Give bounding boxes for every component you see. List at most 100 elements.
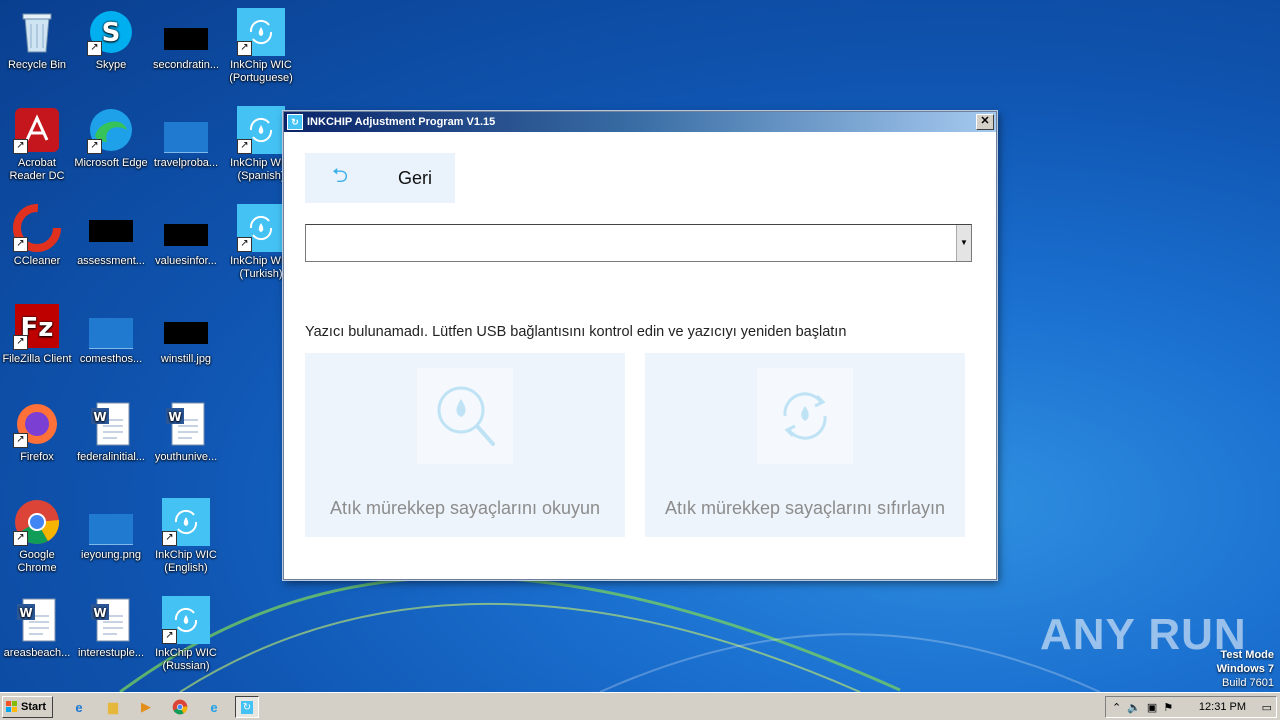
word-document-icon: W	[162, 400, 210, 448]
desktop-icon-areasbeach[interactable]: W areasbeach...	[0, 596, 74, 660]
taskbar-ie-icon[interactable]: e	[67, 696, 91, 718]
svg-text:W: W	[19, 606, 32, 620]
action-center-flag-icon[interactable]: ⚑	[1163, 701, 1173, 714]
desktop-icon-secondratin[interactable]: secondratin...	[149, 8, 223, 72]
file-thumbnail-icon	[87, 204, 135, 252]
desktop-icon-inkchip-english[interactable]: ↗ InkChip WIC (English)	[149, 498, 223, 575]
desktop-icon-label: Google Chrome	[17, 549, 57, 574]
reset-counters-card[interactable]: Atık mürekkep sayaçlarını sıfırlayın	[645, 353, 965, 537]
desktop-icon-label: secondratin...	[152, 59, 220, 71]
back-button[interactable]: ⮌ Geri	[305, 153, 455, 203]
filezilla-icon: Fz ↗	[13, 302, 61, 350]
desktop-icon-inkchip-portuguese[interactable]: ↗ InkChip WIC (Portuguese)	[224, 8, 298, 85]
desktop-icon-label: travelproba...	[153, 157, 219, 169]
taskbar-media-player-icon[interactable]: ▶	[134, 696, 158, 718]
word-document-icon: W	[87, 400, 135, 448]
volume-icon[interactable]: 🔈	[1127, 701, 1141, 714]
desktop-icon-label: Firefox	[20, 451, 54, 463]
shortcut-arrow-icon: ↗	[237, 41, 252, 56]
status-message: Yazıcı bulunamadı. Lütfen USB bağlantısı…	[305, 324, 847, 340]
taskbar-inkchip-icon[interactable]: ↻	[235, 696, 259, 718]
word-document-icon: W	[13, 596, 61, 644]
desktop-icon-assessment[interactable]: assessment...	[74, 204, 148, 268]
desktop-icon-winstill[interactable]: winstill.jpg	[149, 302, 223, 366]
desktop-icon-label: federalinitial...	[77, 451, 145, 463]
test-mode-label: Test Mode	[1220, 649, 1274, 661]
desktop-icon-label: Recycle Bin	[7, 59, 67, 71]
shortcut-arrow-icon: ↗	[87, 139, 102, 154]
desktop-icon-youthunive[interactable]: W youthunive...	[149, 400, 223, 464]
back-arrow-icon: ⮌	[331, 165, 349, 187]
desktop-icon-federalinitial[interactable]: W federalinitial...	[74, 400, 148, 464]
desktop-icon-acrobat[interactable]: ↗ Acrobat Reader DC	[0, 106, 74, 183]
show-hidden-icons-icon[interactable]: ⌃	[1112, 701, 1121, 714]
show-desktop-icon[interactable]: ▭	[1262, 701, 1272, 714]
desktop-icon-inkchip-russian[interactable]: ↗ InkChip WIC (Russian)	[149, 596, 223, 673]
file-thumbnail-icon	[162, 106, 210, 154]
desktop-icon-label: FileZilla Client	[2, 353, 72, 365]
reset-counters-label: Atık mürekkep sayaçlarını sıfırlayın	[664, 498, 946, 518]
clock[interactable]: 12:31 PM	[1199, 701, 1246, 713]
file-thumbnail-icon	[162, 8, 210, 56]
desktop-icon-label: youthunive...	[154, 451, 218, 463]
network-icon[interactable]: ▣	[1147, 701, 1157, 714]
desktop-icon-ccleaner[interactable]: ↗ CCleaner	[0, 204, 74, 268]
desktop-icon-comesthos[interactable]: comesthos...	[74, 302, 148, 366]
inkchip-icon: ↗	[237, 106, 285, 154]
desktop-icon-interestuple[interactable]: W interestuple...	[74, 596, 148, 660]
inkchip-icon: ↗	[162, 596, 210, 644]
shortcut-arrow-icon: ↗	[162, 531, 177, 546]
svg-text:W: W	[93, 410, 106, 424]
desktop-icon-label: interestuple...	[77, 647, 145, 659]
file-thumbnail-icon	[162, 204, 210, 252]
magnifier-drop-icon	[417, 368, 513, 464]
desktop-icon-label: InkChip WIC (Portuguese)	[229, 59, 293, 84]
desktop-icon-label: Skype	[95, 59, 127, 71]
desktop-icon-valuesinfor[interactable]: valuesinfor...	[149, 204, 223, 268]
edge-icon: ↗	[87, 106, 135, 154]
svg-text:W: W	[168, 410, 181, 424]
system-tray: ⌃ 🔈 ▣ ⚑ 12:31 PM ▭	[1105, 696, 1277, 718]
word-document-icon: W	[87, 596, 135, 644]
desktop-icon-travelproba[interactable]: travelproba...	[149, 106, 223, 170]
close-button[interactable]: ✕	[976, 114, 994, 130]
desktop-icon-chrome[interactable]: ↗ Google Chrome	[0, 498, 74, 575]
dropdown-arrow-icon[interactable]: ▼	[956, 225, 971, 261]
read-counters-card[interactable]: Atık mürekkep sayaçlarını okuyun	[305, 353, 625, 537]
desktop-icon-label: CCleaner	[13, 255, 61, 267]
desktop-icon-label: Acrobat Reader DC	[9, 157, 65, 182]
recycle-bin-icon	[13, 8, 61, 56]
read-counters-label: Atık mürekkep sayaçlarını okuyun	[329, 498, 601, 518]
desktop-icon-label: areasbeach...	[3, 647, 71, 659]
shortcut-arrow-icon: ↗	[13, 531, 28, 546]
file-thumbnail-icon	[162, 302, 210, 350]
desktop-icon-skype[interactable]: S ↗ Skype	[74, 8, 148, 72]
taskbar-explorer-icon[interactable]: ▆	[101, 696, 125, 718]
taskbar-edge-icon[interactable]: e	[202, 696, 226, 718]
os-label: Windows 7	[1216, 663, 1274, 675]
desktop-icon-ieyoung[interactable]: ieyoung.png	[74, 498, 148, 562]
desktop-icon-label: InkChip WIC (Russian)	[155, 647, 217, 672]
desktop-icon-label: Microsoft Edge	[74, 157, 148, 169]
desktop-icon-firefox[interactable]: ↗ Firefox	[0, 400, 74, 464]
desktop-icon-label: winstill.jpg	[160, 353, 212, 365]
shortcut-arrow-icon: ↗	[13, 237, 28, 252]
desktop-icon-recycle-bin[interactable]: Recycle Bin	[0, 8, 74, 72]
inkchip-icon: ↗	[162, 498, 210, 546]
taskbar-chrome-icon[interactable]	[168, 696, 192, 718]
printer-select[interactable]: ▼	[305, 224, 972, 262]
desktop-icon-edge[interactable]: ↗ Microsoft Edge	[74, 106, 148, 170]
start-label: Start	[21, 701, 47, 713]
desktop-icon-filezilla[interactable]: Fz ↗ FileZilla Client	[0, 302, 74, 366]
start-button[interactable]: Start	[2, 696, 53, 718]
reset-drop-icon	[757, 368, 853, 464]
shortcut-arrow-icon: ↗	[13, 433, 28, 448]
test-mode-notice: Test Mode Windows 7 Build 7601	[1217, 648, 1274, 690]
desktop-icon-label: ieyoung.png	[81, 549, 141, 561]
file-thumbnail-icon	[87, 498, 135, 546]
file-thumbnail-icon	[87, 302, 135, 350]
inkchip-icon: ↗	[237, 204, 285, 252]
chrome-icon: ↗	[13, 498, 61, 546]
desktop-icon-label: assessment...	[77, 255, 145, 267]
title-bar[interactable]: ↻ INKCHIP Adjustment Program V1.15 ✕	[284, 112, 996, 132]
